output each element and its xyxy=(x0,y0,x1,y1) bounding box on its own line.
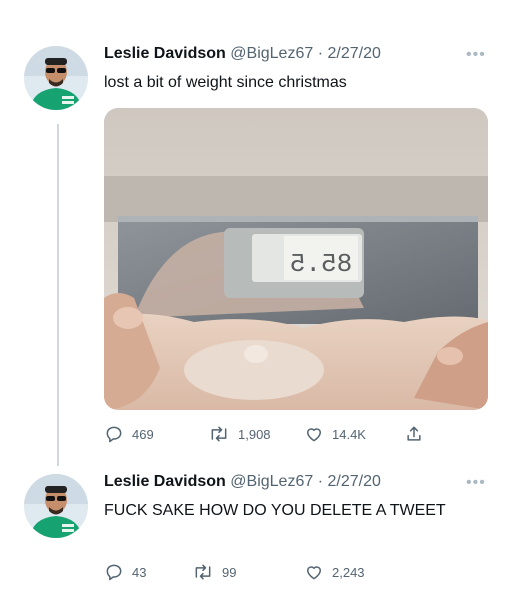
more-icon[interactable]: ••• xyxy=(466,47,486,63)
like-count: 2,243 xyxy=(332,564,365,580)
share-button[interactable] xyxy=(404,424,424,444)
reply-count: 43 xyxy=(132,564,147,580)
tweet-text: FUCK SAKE HOW DO YOU DELETE A TWEET xyxy=(104,502,446,519)
tweet-actions: 469 1,908 14.4K xyxy=(104,422,488,446)
like-button[interactable]: 2,243 xyxy=(304,562,365,582)
retweet-button[interactable]: 99 xyxy=(192,562,236,582)
display-name[interactable]: Leslie Davidson xyxy=(104,45,226,62)
tweet-photo[interactable]: 85.5 xyxy=(104,108,488,410)
separator: · xyxy=(317,473,324,490)
retweet-icon xyxy=(195,564,211,580)
more-icon[interactable]: ••• xyxy=(466,475,486,491)
like-icon xyxy=(307,428,321,442)
like-icon xyxy=(307,566,321,580)
reply-count: 469 xyxy=(132,426,154,442)
thread-line xyxy=(57,124,59,466)
retweet-count: 1,908 xyxy=(238,426,271,442)
separator: · xyxy=(317,45,324,62)
retweet-count: 99 xyxy=(222,564,237,580)
tweet-text: lost a bit of weight since christmas xyxy=(104,74,347,91)
like-count: 14.4K xyxy=(332,426,366,442)
user-handle[interactable]: @BigLez67 xyxy=(230,45,313,62)
share-icon xyxy=(407,426,421,441)
retweet-button[interactable]: 1,908 xyxy=(208,424,271,444)
tweet-date[interactable]: 2/27/20 xyxy=(327,45,380,62)
tweet-date[interactable]: 2/27/20 xyxy=(327,473,380,490)
avatar[interactable] xyxy=(24,474,88,538)
like-button[interactable]: 14.4K xyxy=(304,424,366,444)
avatar-image xyxy=(24,474,88,538)
user-handle[interactable]: @BigLez67 xyxy=(230,473,313,490)
avatar-image xyxy=(24,46,88,110)
reply-icon xyxy=(106,564,122,581)
scale-reading: 85.5 xyxy=(290,249,352,279)
display-name[interactable]: Leslie Davidson xyxy=(104,473,226,490)
tweet-header: Leslie Davidson @BigLez67 · 2/27/20 xyxy=(104,44,381,64)
reply-button[interactable]: 43 xyxy=(104,562,146,582)
scale-photo: 85.5 xyxy=(104,108,488,410)
tweet-header: Leslie Davidson @BigLez67 · 2/27/20 xyxy=(104,472,381,492)
avatar[interactable] xyxy=(24,46,88,110)
reply-button[interactable]: 469 xyxy=(104,424,154,444)
reply-icon xyxy=(106,426,122,443)
retweet-icon xyxy=(211,426,227,442)
tweet-actions: 43 99 2,243 xyxy=(104,560,488,584)
